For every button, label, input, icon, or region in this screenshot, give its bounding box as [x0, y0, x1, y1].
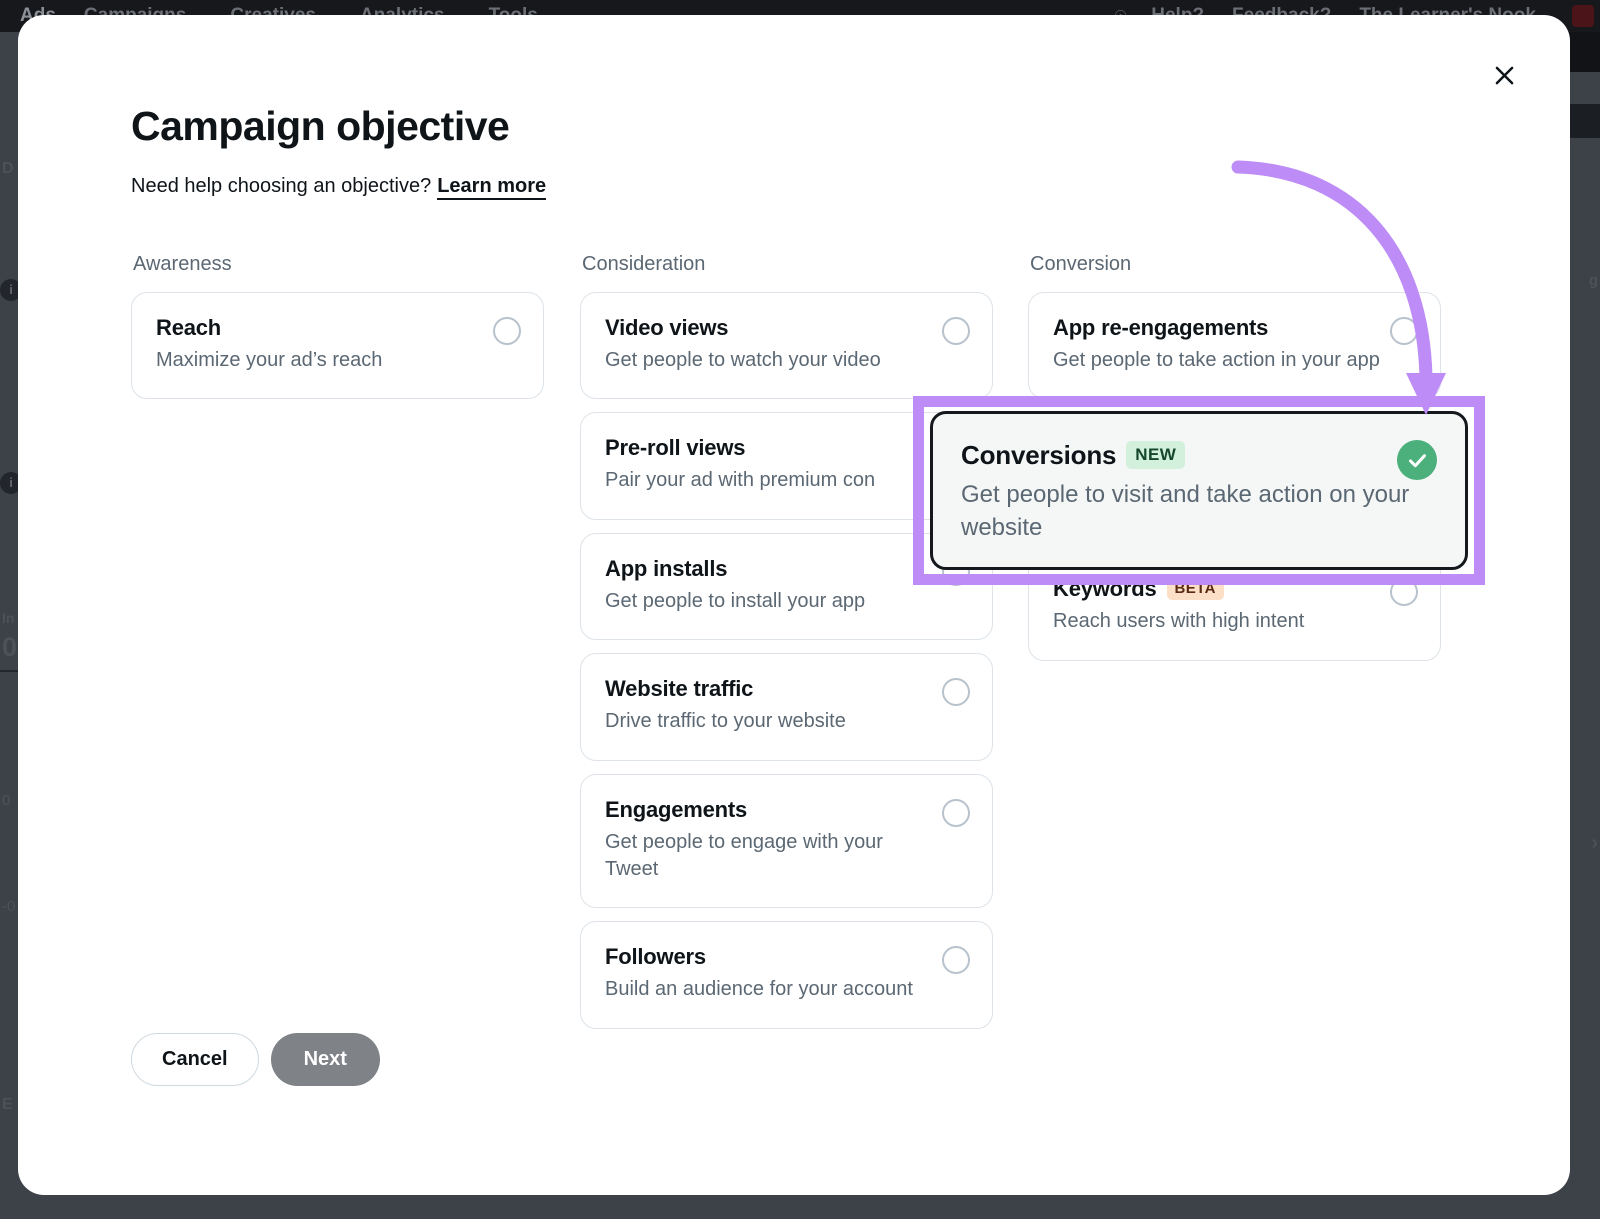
- page-title: Campaign objective: [131, 103, 510, 149]
- learn-more-link[interactable]: Learn more: [437, 175, 547, 200]
- objective-card-website-traffic[interactable]: Website traffic Drive traffic to your we…: [580, 653, 993, 761]
- card-title: App installs: [605, 555, 728, 581]
- objective-card-followers[interactable]: Followers Build an audience for your acc…: [580, 921, 993, 1029]
- background-fragment: 0: [2, 632, 18, 662]
- card-title: Video views: [605, 315, 729, 340]
- card-title: Engagements: [605, 796, 748, 822]
- radio-button[interactable]: [1390, 317, 1418, 345]
- card-description: Get people to watch your video: [605, 349, 881, 371]
- next-button[interactable]: Next: [270, 1033, 380, 1086]
- background-fragment: E: [2, 1096, 13, 1113]
- check-icon[interactable]: [1397, 440, 1437, 480]
- help-row: Need help choosing an objective? Learn m…: [131, 175, 547, 200]
- card-description: Reach users with high intent: [1053, 610, 1305, 633]
- card-description: Get people to visit and take action on y…: [961, 481, 1410, 541]
- column-heading: Awareness: [133, 253, 232, 275]
- card-description: Build an audience for your account: [605, 978, 913, 1001]
- background-right-strip: g ›: [1566, 32, 1600, 1219]
- status-badge: NEW: [1126, 440, 1186, 469]
- column-heading: Conversion: [1030, 253, 1132, 275]
- card-title: Pre-roll views: [605, 435, 746, 461]
- card-title: Reach: [156, 315, 222, 340]
- objective-card-reach[interactable]: Reach Maximize your ad’s reach: [131, 292, 544, 400]
- background-fragment: -0: [2, 898, 16, 915]
- card-description: Get people to engage with your Tweet: [605, 830, 883, 880]
- background-fragment: 0: [2, 792, 11, 809]
- avatar[interactable]: [1572, 5, 1594, 27]
- card-description: Drive traffic to your website: [605, 710, 846, 733]
- background-fragment: D: [2, 160, 14, 177]
- column-awareness: Awareness Reach Maximize your ad’s reach: [131, 253, 544, 412]
- radio-button[interactable]: [942, 678, 970, 707]
- card-description: Get people to take action in your app: [1053, 349, 1380, 371]
- objective-card-conversions[interactable]: Conversions NEW Get people to visit and …: [930, 411, 1468, 570]
- card-description: Get people to install your app: [605, 589, 866, 612]
- background-fragment: ›: [1591, 832, 1598, 854]
- column-consideration: Consideration Video views Get people to …: [580, 253, 993, 1042]
- campaign-objective-modal: Campaign objective Need help choosing an…: [18, 15, 1570, 1195]
- radio-button[interactable]: [493, 317, 521, 345]
- help-text: Need help choosing an objective?: [131, 175, 432, 197]
- radio-button[interactable]: [942, 798, 970, 827]
- background-fragment: g: [1588, 272, 1598, 289]
- objective-card-video-views[interactable]: Video views Get people to watch your vid…: [580, 292, 993, 400]
- card-title: App re-engagements: [1053, 315, 1269, 340]
- card-title: Followers: [605, 944, 706, 970]
- cancel-button[interactable]: Cancel: [131, 1033, 259, 1086]
- radio-button[interactable]: [942, 317, 970, 345]
- objective-card-engagements[interactable]: Engagements Get people to engage with yo…: [580, 773, 993, 909]
- column-heading: Consideration: [582, 253, 706, 275]
- card-description: Pair your ad with premium con: [605, 469, 876, 492]
- objective-card-app-re-engagements[interactable]: App re-engagements Get people to take ac…: [1028, 292, 1441, 400]
- card-description: Maximize your ad’s reach: [156, 349, 383, 371]
- card-title: Website traffic: [605, 676, 754, 702]
- card-title: Conversions: [961, 440, 1117, 470]
- background-fragment: In: [2, 610, 15, 626]
- modal-footer: Cancel Next: [131, 1033, 380, 1086]
